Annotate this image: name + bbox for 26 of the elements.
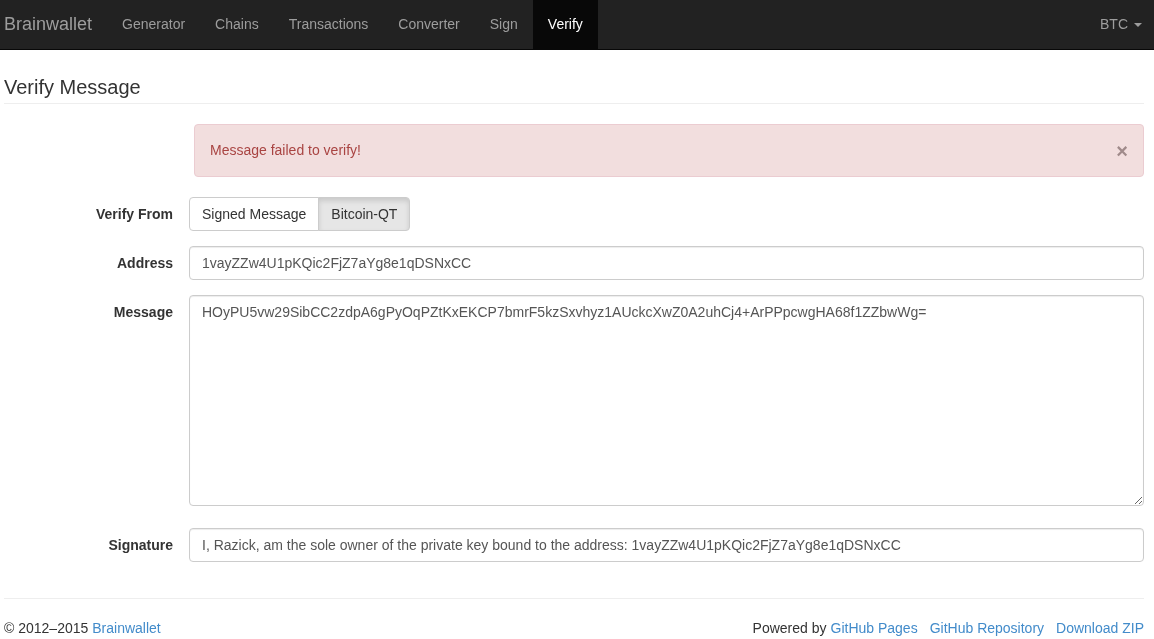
nav-link[interactable]: Verify (532, 0, 598, 49)
brainwallet-link[interactable]: Brainwallet (92, 618, 161, 639)
footer-link[interactable]: GitHub Pages (830, 618, 918, 639)
powered-by-text: Powered by (752, 619, 827, 638)
field-label: Signature (108, 536, 173, 555)
toggle-option[interactable]: Bitcoin-QT (318, 197, 411, 231)
footer-link[interactable]: GitHub Repository (929, 618, 1045, 639)
message-textarea[interactable]: HOyPU5vw29SibCC2zdpA6gPyOqPZtKxEKCP7bmrF5kzSxvhyz1AUckcXwZ0A2uhCj4+ArPPpcwgHA68f1ZZbwWg= (189, 295, 1144, 506)
field-label: Verify From (95, 205, 173, 224)
field-label: Message (113, 303, 173, 322)
footer-link[interactable]: Download ZIP (1056, 618, 1144, 639)
text-field[interactable]: I, Razick, am the sole owner of the private key bound to the address: 1vayZZw4U1pKQic2FjZ7aYg8e1qDSNxCC (189, 528, 1144, 562)
currency-dropdown[interactable]: BTC (1085, 0, 1154, 49)
nav-link[interactable]: Converter (383, 0, 475, 49)
alert-message: Message failed to verify! (210, 141, 361, 160)
brand-link[interactable]: Brainwallet (0, 0, 108, 49)
text-field[interactable]: 1vayZZw4U1pKQic2FjZ7aYg8e1qDSNxCC (189, 246, 1144, 280)
nav-link[interactable]: Sign (474, 0, 533, 49)
nav-link[interactable]: Chains (200, 0, 274, 49)
toggle-option[interactable]: Signed Message (189, 197, 320, 231)
page-title: Verify Message (4, 75, 142, 99)
caret-icon (1134, 22, 1142, 27)
nav-link[interactable]: Generator (107, 0, 201, 49)
field-label: Address (116, 254, 173, 273)
nav-link[interactable]: Transactions (273, 0, 384, 49)
copyright-text: © 2012–2015 (4, 619, 89, 638)
